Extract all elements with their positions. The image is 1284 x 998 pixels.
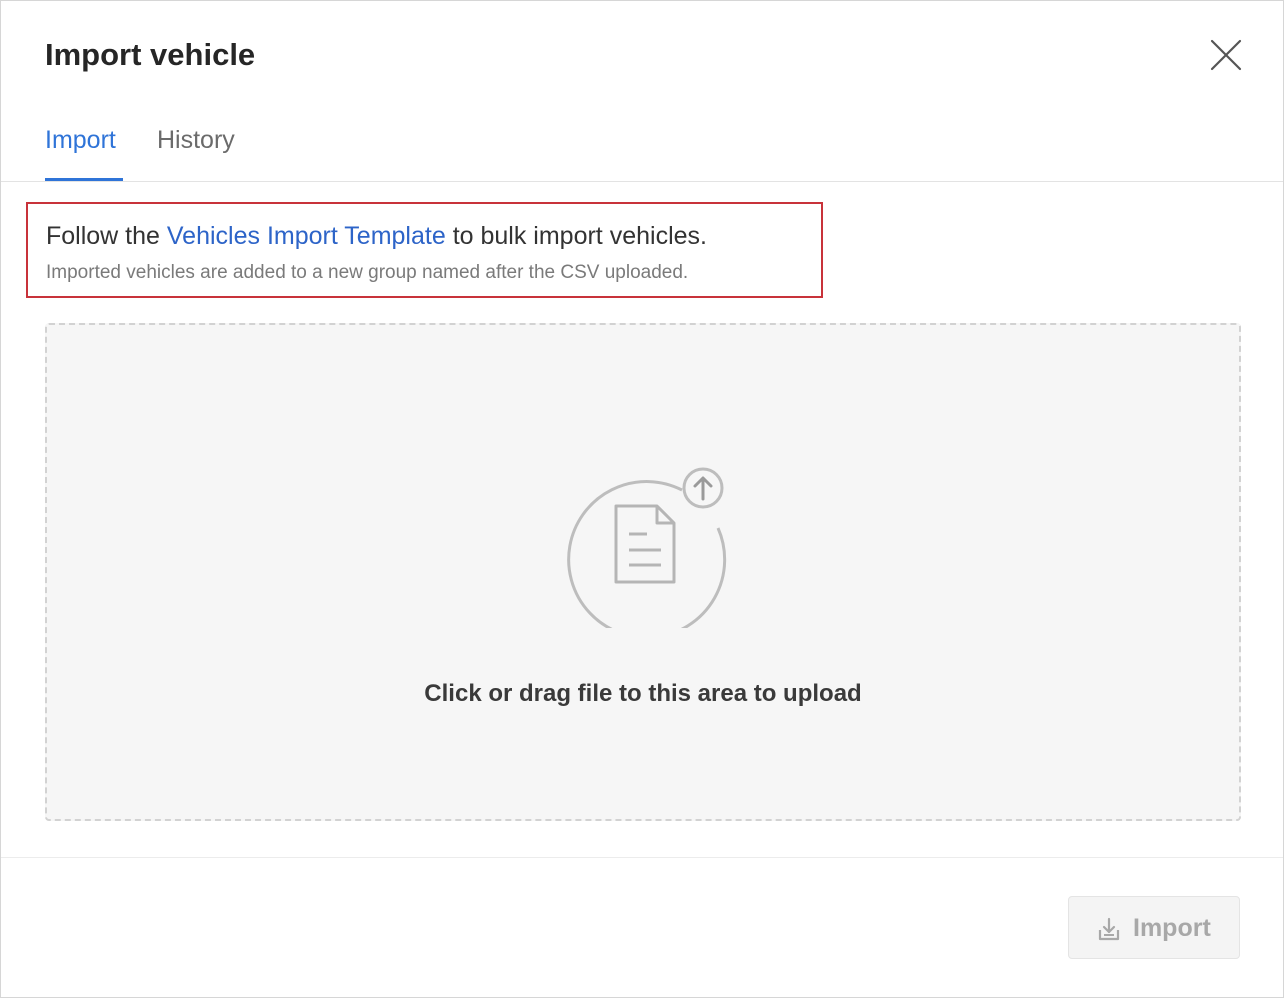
file-upload-dropzone[interactable]: Click or drag file to this area to uploa…: [45, 323, 1241, 821]
dropzone-instruction: Click or drag file to this area to uploa…: [424, 680, 862, 707]
tab-history[interactable]: History: [157, 125, 235, 155]
import-subtext: Imported vehicles are added to a new gro…: [46, 262, 689, 283]
import-instructions-highlight: Follow the Vehicles Import Template to b…: [26, 202, 823, 298]
active-tab-indicator: [45, 178, 123, 181]
modal-title: Import vehicle: [45, 37, 256, 72]
import-vehicle-modal: Import vehicle Import History Follow the…: [0, 0, 1284, 998]
import-icon: [1098, 917, 1120, 941]
instructions-suffix: to bulk import vehicles.: [445, 222, 707, 250]
import-button-label: Import: [1133, 914, 1211, 942]
close-icon: [1210, 39, 1242, 71]
instructions-prefix: Follow the: [46, 222, 167, 250]
close-button[interactable]: [1203, 33, 1247, 77]
import-button[interactable]: Import: [1068, 896, 1240, 959]
import-instructions: Follow the Vehicles Import Template to b…: [46, 221, 707, 251]
tab-bar: Import History: [1, 111, 1283, 182]
file-upload-icon: [567, 467, 727, 628]
footer-divider: [1, 857, 1283, 858]
tab-import[interactable]: Import: [45, 125, 116, 155]
vehicles-import-template-link[interactable]: Vehicles Import Template: [167, 222, 446, 250]
